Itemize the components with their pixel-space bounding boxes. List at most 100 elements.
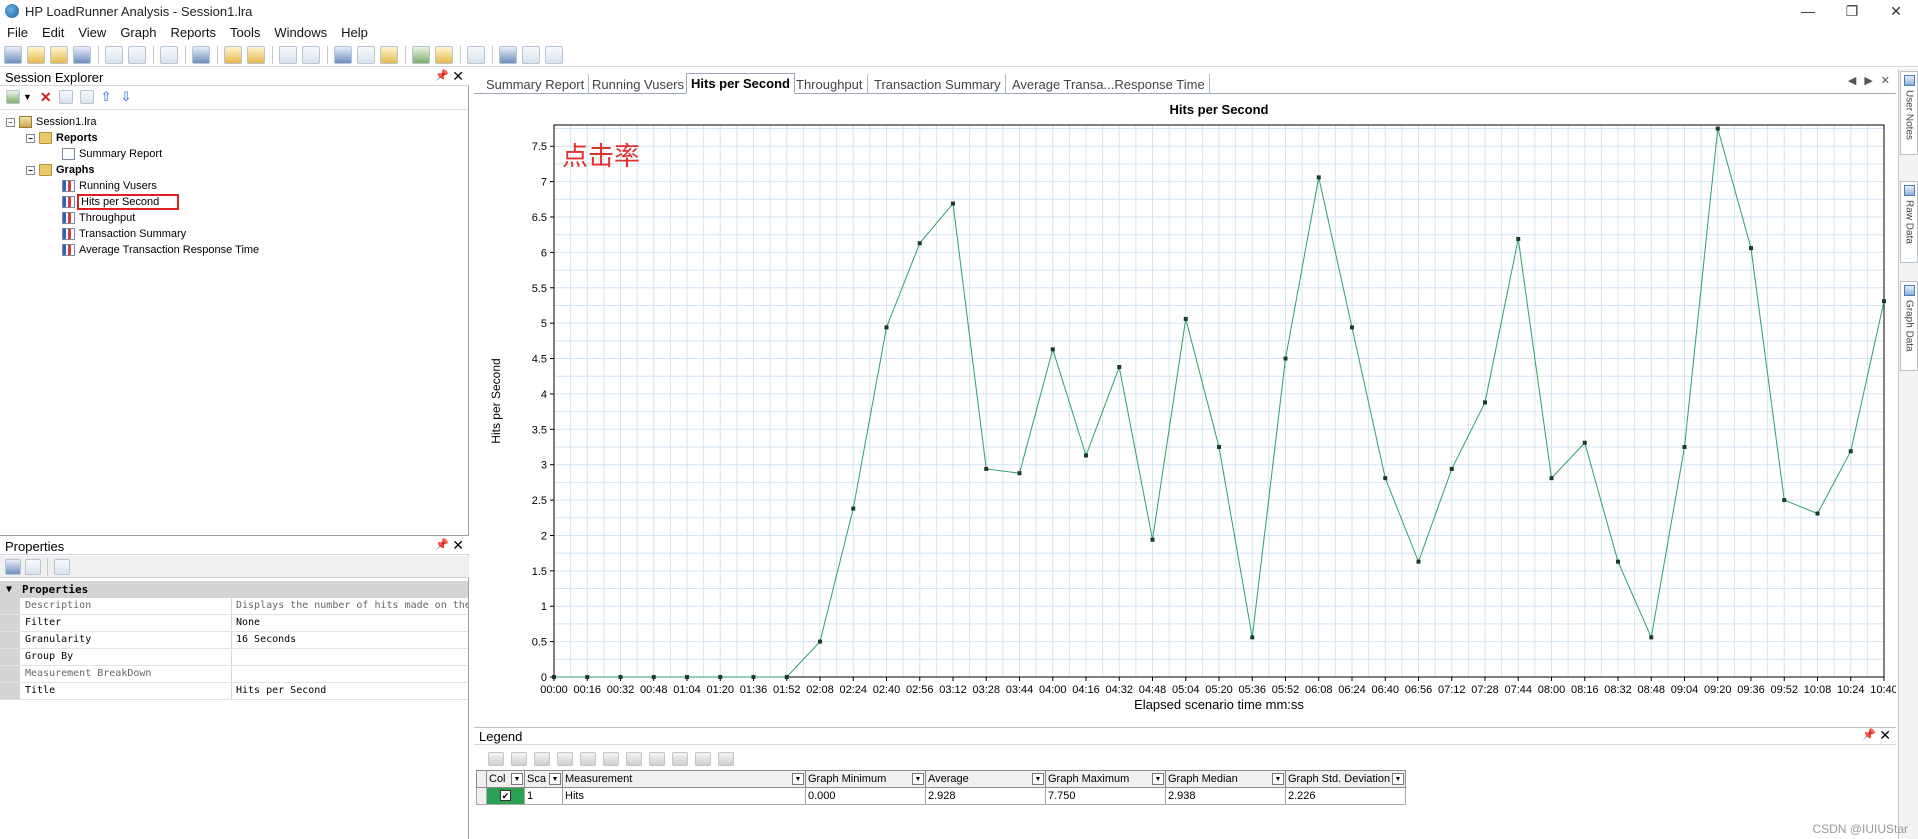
tree-node-transaction-summary[interactable]: Transaction Summary: [62, 226, 186, 242]
rename-icon[interactable]: [58, 90, 73, 104]
legend-tool-icon[interactable]: [695, 752, 711, 766]
duplicate-icon[interactable]: [79, 90, 94, 104]
tree-node-avg-transaction-response-time[interactable]: Average Transaction Response Time: [62, 242, 259, 258]
tree-node-session[interactable]: − Session1.lra: [6, 114, 97, 130]
property-row-title[interactable]: Title Hits per Second: [0, 683, 468, 700]
tree-node-running-vusers[interactable]: Running Vusers: [62, 178, 157, 194]
tab-prev-icon[interactable]: ◀: [1848, 74, 1856, 87]
menu-graph[interactable]: Graph: [113, 25, 163, 40]
dock-tab-user-notes[interactable]: User Notes: [1900, 71, 1918, 155]
property-row-description[interactable]: Description Displays the number of hits …: [0, 598, 468, 615]
delete-icon[interactable]: ✕: [40, 89, 52, 106]
menu-windows[interactable]: Windows: [267, 25, 334, 40]
tab-throughput[interactable]: Throughput: [792, 74, 868, 94]
dropdown-arrow-icon[interactable]: ▼: [1152, 773, 1164, 785]
legend-tool-icon[interactable]: [603, 752, 619, 766]
tree-node-reports[interactable]: − Reports: [26, 130, 98, 146]
series-color-swatch[interactable]: ✔: [486, 787, 525, 805]
chevron-down-icon[interactable]: ▼: [6, 584, 12, 595]
graph-settings-icon[interactable]: [522, 45, 540, 64]
tab-next-icon[interactable]: ▶: [1864, 74, 1872, 87]
add-new-item-icon[interactable]: [6, 90, 20, 104]
import-icon[interactable]: [50, 45, 68, 64]
move-down-icon[interactable]: ⇩: [121, 89, 132, 105]
report-icon[interactable]: [467, 45, 485, 64]
close-icon[interactable]: ✕: [452, 537, 464, 554]
dock-tab-graph-data[interactable]: Graph Data: [1900, 281, 1918, 371]
menu-reports[interactable]: Reports: [163, 25, 223, 40]
close-window-button[interactable]: ✕: [1874, 0, 1918, 22]
legend-tool-icon[interactable]: [580, 752, 596, 766]
filter-icon[interactable]: [192, 45, 210, 64]
pin-icon[interactable]: 📌: [435, 538, 449, 551]
series-visible-checkbox[interactable]: ✔: [500, 790, 511, 801]
dropdown-arrow-icon[interactable]: ▼: [1392, 773, 1404, 785]
undo-icon[interactable]: [279, 45, 297, 64]
pin-icon[interactable]: 📌: [435, 69, 449, 82]
tab-close-icon[interactable]: ✕: [1881, 74, 1890, 87]
dropdown-arrow-icon[interactable]: ▼: [1032, 773, 1044, 785]
move-up-icon[interactable]: ⇧: [101, 89, 112, 105]
tab-hits-per-second[interactable]: Hits per Second: [686, 73, 795, 94]
legend-col-scale[interactable]: Sca ▼: [524, 770, 563, 788]
tab-transaction-summary[interactable]: Transaction Summary: [870, 74, 1006, 94]
legend-col-color[interactable]: Col ▼: [486, 770, 525, 788]
close-icon[interactable]: ✕: [1879, 727, 1891, 744]
save-icon[interactable]: [73, 45, 91, 64]
print-icon[interactable]: [105, 45, 123, 64]
tree-node-throughput[interactable]: Throughput: [62, 210, 135, 226]
sla-icon[interactable]: [499, 45, 517, 64]
add-graph-icon[interactable]: [224, 45, 242, 64]
legend-tool-icon[interactable]: [649, 752, 665, 766]
dropdown-arrow-icon[interactable]: ▼: [1272, 773, 1284, 785]
granularity-icon[interactable]: [380, 45, 398, 64]
property-pages-icon[interactable]: [54, 558, 70, 575]
menu-edit[interactable]: Edit: [35, 25, 71, 40]
legend-col-measurement[interactable]: Measurement ▼: [562, 770, 806, 788]
menu-file[interactable]: File: [0, 25, 35, 40]
new-session-icon[interactable]: [4, 45, 22, 64]
dropdown-arrow-icon[interactable]: ▼: [912, 773, 924, 785]
property-row-filter[interactable]: Filter None: [0, 615, 468, 632]
dropdown-arrow-icon[interactable]: ▼: [23, 92, 32, 102]
graph-data-icon[interactable]: [545, 45, 563, 64]
hits-per-second-chart[interactable]: 0 0.5 1 1.5 2 2.5 3 3.5 4 4.5 5 5.5 6 6.5 7 7.5 00:00 00:…: [474, 95, 1896, 721]
open-session-icon[interactable]: [27, 45, 45, 64]
property-row-measurement-breakdown[interactable]: Measurement BreakDown: [0, 666, 468, 683]
print-preview-icon[interactable]: [128, 45, 146, 64]
legend-col-graph-maximum[interactable]: Graph Maximum ▼: [1045, 770, 1166, 788]
templates-icon[interactable]: [435, 45, 453, 64]
menu-tools[interactable]: Tools: [223, 25, 267, 40]
menu-view[interactable]: View: [71, 25, 113, 40]
legend-tool-icon[interactable]: [718, 752, 734, 766]
legend-tool-icon[interactable]: [672, 752, 688, 766]
collapse-icon[interactable]: −: [26, 133, 35, 143]
dropdown-arrow-icon[interactable]: ▼: [792, 773, 804, 785]
tree-node-hits-per-second[interactable]: Hits per Second: [62, 194, 180, 210]
legend-tool-icon[interactable]: [557, 752, 573, 766]
tree-node-summary-report[interactable]: Summary Report: [62, 146, 162, 162]
property-row-group-by[interactable]: Group By: [0, 649, 468, 666]
legend-col-average[interactable]: Average ▼: [925, 770, 1046, 788]
legend-col-graph-std-deviation[interactable]: Graph Std. Deviation ▼: [1285, 770, 1406, 788]
dropdown-arrow-icon[interactable]: ▼: [511, 773, 523, 785]
collapse-icon[interactable]: −: [26, 165, 35, 175]
tab-average-transaction-response-time[interactable]: Average Transa...Response Time: [1008, 74, 1210, 94]
legend-tool-icon[interactable]: [534, 752, 550, 766]
property-category[interactable]: ▼ Properties: [0, 581, 468, 598]
legend-col-graph-median[interactable]: Graph Median ▼: [1165, 770, 1286, 788]
close-icon[interactable]: ✕: [452, 68, 464, 85]
legend-tool-icon[interactable]: [511, 752, 527, 766]
tab-summary-report[interactable]: Summary Report: [482, 74, 590, 94]
menu-help[interactable]: Help: [334, 25, 375, 40]
dropdown-arrow-icon[interactable]: ▼: [549, 773, 561, 785]
copy-icon[interactable]: [160, 45, 178, 64]
pin-icon[interactable]: 📌: [1862, 728, 1876, 741]
minimize-button[interactable]: —: [1786, 0, 1830, 22]
legend-row[interactable]: ✔ 1 Hits 0.000 2.928 7.750 2.938 2.226: [476, 787, 1406, 805]
set-filter-icon[interactable]: [334, 45, 352, 64]
cross-result-icon[interactable]: [412, 45, 430, 64]
legend-tool-icon[interactable]: [626, 752, 642, 766]
restore-button[interactable]: ❐: [1830, 0, 1874, 22]
tree-node-graphs[interactable]: − Graphs: [26, 162, 95, 178]
